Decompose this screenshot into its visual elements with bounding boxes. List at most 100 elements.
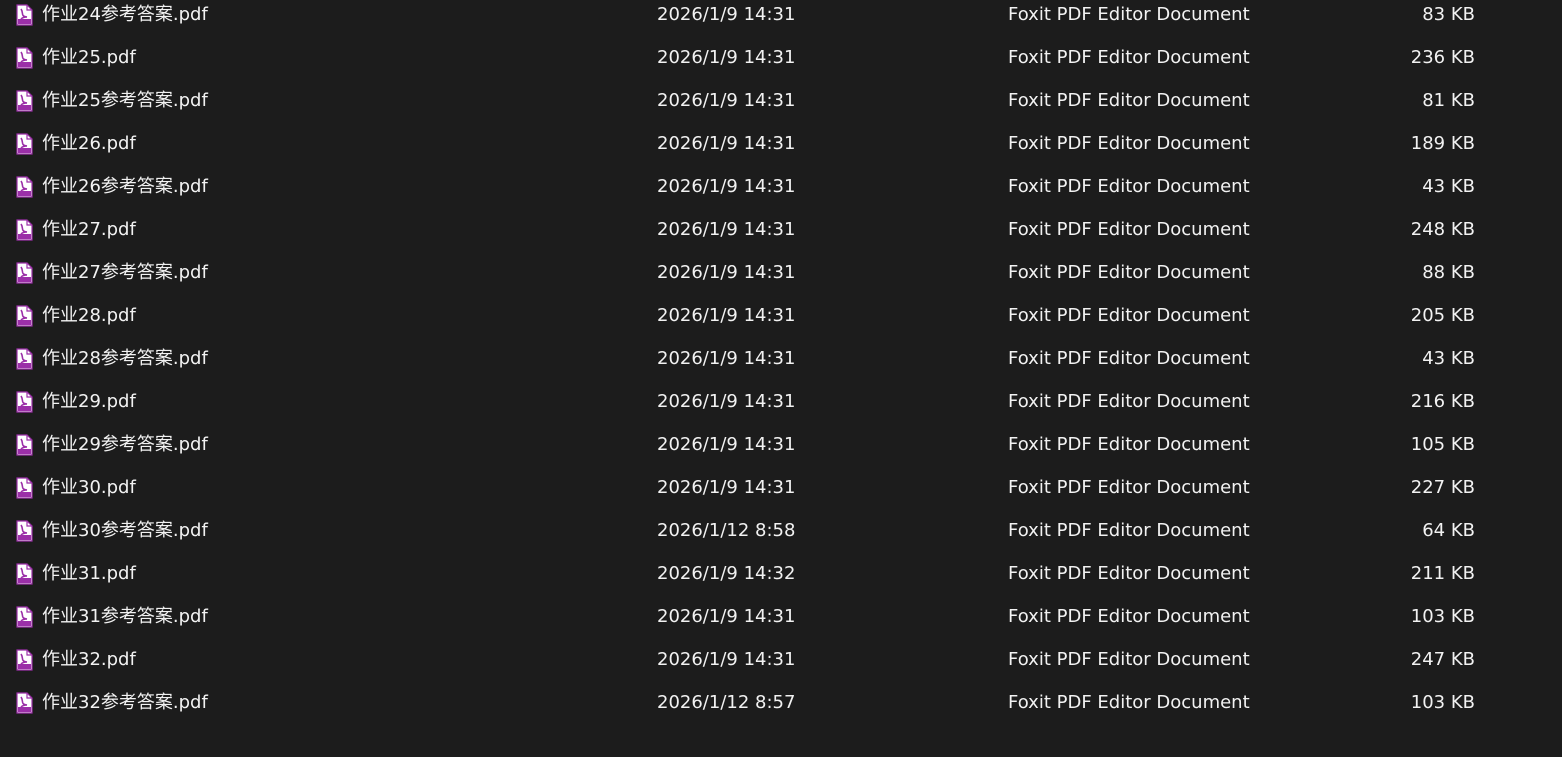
pdf-file-icon [16,348,33,370]
file-name[interactable]: 作业26参考答案.pdf [42,165,208,208]
file-name[interactable]: 作业32参考答案.pdf [42,681,208,724]
file-date-modified: 2026/1/9 14:31 [657,649,796,670]
file-date-modified: 2026/1/9 14:32 [657,563,796,584]
file-size: 205 KB [1410,305,1475,326]
file-name[interactable]: 作业27.pdf [42,208,136,251]
file-date-modified: 2026/1/9 14:31 [657,477,796,498]
file-size: 227 KB [1410,477,1475,498]
file-date-modified: 2026/1/9 14:31 [657,262,796,283]
file-date-modified: 2026/1/9 14:31 [657,133,796,154]
file-name[interactable]: 作业26.pdf [42,122,136,165]
file-type: Foxit PDF Editor Document [1008,47,1250,68]
file-size: 103 KB [1410,606,1475,627]
file-name[interactable]: 作业31.pdf [42,552,136,595]
file-date-modified: 2026/1/12 8:57 [657,692,796,713]
pdf-file-icon [16,606,33,628]
file-row[interactable]: 作业31参考答案.pdf 2026/1/9 14:31 Foxit PDF Ed… [0,595,1562,638]
pdf-file-icon [16,391,33,413]
file-type: Foxit PDF Editor Document [1008,692,1250,713]
file-name[interactable]: 作业25.pdf [42,36,136,79]
file-row[interactable]: 作业26.pdf 2026/1/9 14:31 Foxit PDF Editor… [0,122,1562,165]
pdf-file-icon [16,520,33,542]
file-type: Foxit PDF Editor Document [1008,219,1250,240]
pdf-file-icon [16,477,33,499]
file-size: 189 KB [1410,133,1475,154]
file-type: Foxit PDF Editor Document [1008,520,1250,541]
pdf-file-icon [16,219,33,241]
pdf-file-icon [16,47,33,69]
file-date-modified: 2026/1/9 14:31 [657,606,796,627]
file-name[interactable]: 作业24参考答案.pdf [42,0,208,36]
pdf-file-icon [16,4,33,26]
file-size: 64 KB [1422,520,1475,541]
file-name[interactable]: 作业28.pdf [42,294,136,337]
file-size: 105 KB [1410,434,1475,455]
file-name[interactable]: 作业30参考答案.pdf [42,509,208,552]
file-date-modified: 2026/1/9 14:31 [657,176,796,197]
file-name[interactable]: 作业28参考答案.pdf [42,337,208,380]
file-date-modified: 2026/1/12 8:58 [657,520,796,541]
file-type: Foxit PDF Editor Document [1008,434,1250,455]
file-type: Foxit PDF Editor Document [1008,305,1250,326]
file-type: Foxit PDF Editor Document [1008,4,1250,25]
file-date-modified: 2026/1/9 14:31 [657,348,796,369]
file-date-modified: 2026/1/9 14:31 [657,305,796,326]
file-type: Foxit PDF Editor Document [1008,133,1250,154]
pdf-file-icon [16,262,33,284]
pdf-file-icon [16,305,33,327]
file-row[interactable]: 作业32参考答案.pdf 2026/1/12 8:57 Foxit PDF Ed… [0,681,1562,724]
file-row[interactable]: 作业32.pdf 2026/1/9 14:31 Foxit PDF Editor… [0,638,1562,681]
file-size: 88 KB [1422,262,1475,283]
file-type: Foxit PDF Editor Document [1008,391,1250,412]
file-size: 103 KB [1410,692,1475,713]
file-name[interactable]: 作业30.pdf [42,466,136,509]
file-name[interactable]: 作业25参考答案.pdf [42,79,208,122]
pdf-file-icon [16,176,33,198]
file-date-modified: 2026/1/9 14:31 [657,47,796,68]
file-size: 43 KB [1422,176,1475,197]
file-list: 作业24参考答案.pdf 2026/1/9 14:31 Foxit PDF Ed… [0,0,1562,757]
pdf-file-icon [16,90,33,112]
pdf-file-icon [16,434,33,456]
file-type: Foxit PDF Editor Document [1008,477,1250,498]
file-size: 83 KB [1422,4,1475,25]
file-row[interactable]: 作业28参考答案.pdf 2026/1/9 14:31 Foxit PDF Ed… [0,337,1562,380]
file-row[interactable]: 作业30参考答案.pdf 2026/1/12 8:58 Foxit PDF Ed… [0,509,1562,552]
file-row[interactable]: 作业24参考答案.pdf 2026/1/9 14:31 Foxit PDF Ed… [0,0,1562,36]
file-date-modified: 2026/1/9 14:31 [657,391,796,412]
file-size: 43 KB [1422,348,1475,369]
file-date-modified: 2026/1/9 14:31 [657,90,796,111]
file-row[interactable]: 作业28.pdf 2026/1/9 14:31 Foxit PDF Editor… [0,294,1562,337]
file-size: 216 KB [1410,391,1475,412]
file-row[interactable]: 作业29.pdf 2026/1/9 14:31 Foxit PDF Editor… [0,380,1562,423]
file-name[interactable]: 作业27参考答案.pdf [42,251,208,294]
pdf-file-icon [16,563,33,585]
pdf-file-icon [16,692,33,714]
file-size: 236 KB [1410,47,1475,68]
file-name[interactable]: 作业29.pdf [42,380,136,423]
file-row[interactable]: 作业27.pdf 2026/1/9 14:31 Foxit PDF Editor… [0,208,1562,251]
file-size: 211 KB [1410,563,1475,584]
pdf-file-icon [16,133,33,155]
file-name[interactable]: 作业29参考答案.pdf [42,423,208,466]
file-size: 248 KB [1410,219,1475,240]
file-name[interactable]: 作业32.pdf [42,638,136,681]
file-type: Foxit PDF Editor Document [1008,90,1250,111]
file-row[interactable]: 作业30.pdf 2026/1/9 14:31 Foxit PDF Editor… [0,466,1562,509]
file-type: Foxit PDF Editor Document [1008,606,1250,627]
file-date-modified: 2026/1/9 14:31 [657,4,796,25]
file-row[interactable]: 作业29参考答案.pdf 2026/1/9 14:31 Foxit PDF Ed… [0,423,1562,466]
file-type: Foxit PDF Editor Document [1008,262,1250,283]
file-row[interactable]: 作业27参考答案.pdf 2026/1/9 14:31 Foxit PDF Ed… [0,251,1562,294]
file-date-modified: 2026/1/9 14:31 [657,219,796,240]
file-row[interactable]: 作业25.pdf 2026/1/9 14:31 Foxit PDF Editor… [0,36,1562,79]
file-type: Foxit PDF Editor Document [1008,563,1250,584]
file-row[interactable]: 作业31.pdf 2026/1/9 14:32 Foxit PDF Editor… [0,552,1562,595]
file-date-modified: 2026/1/9 14:31 [657,434,796,455]
file-size: 247 KB [1410,649,1475,670]
pdf-file-icon [16,649,33,671]
file-row[interactable]: 作业26参考答案.pdf 2026/1/9 14:31 Foxit PDF Ed… [0,165,1562,208]
file-type: Foxit PDF Editor Document [1008,348,1250,369]
file-name[interactable]: 作业31参考答案.pdf [42,595,208,638]
file-row[interactable]: 作业25参考答案.pdf 2026/1/9 14:31 Foxit PDF Ed… [0,79,1562,122]
